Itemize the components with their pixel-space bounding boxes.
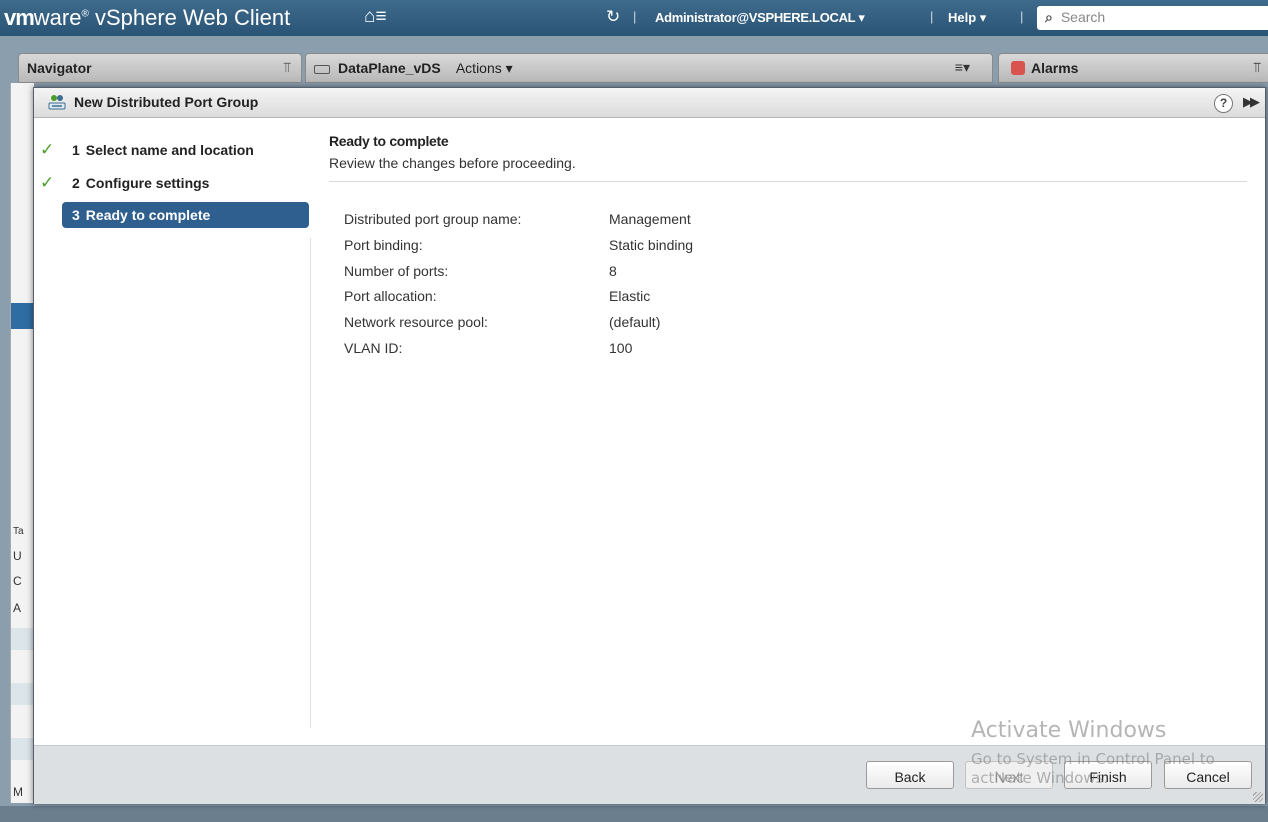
strip-label: U xyxy=(13,549,22,563)
wizard-step-2[interactable]: ✓ 2 Configure settings xyxy=(40,170,219,196)
list-options-icon[interactable]: ≡▾ xyxy=(955,59,970,76)
summary-key: Number of ports: xyxy=(344,262,449,279)
summary-value: Management xyxy=(609,211,691,227)
content-divider xyxy=(329,181,1247,182)
summary-key: Port binding: xyxy=(344,236,423,253)
summary-row: Port binding: Static binding xyxy=(344,237,693,263)
search-placeholder: Search xyxy=(1060,9,1106,25)
user-menu[interactable]: Administrator@VSPHERE.LOCAL ▾ xyxy=(655,10,865,26)
checkmark-icon: ✓ xyxy=(40,140,55,159)
distributed-switch-icon xyxy=(314,64,330,74)
list-row xyxy=(11,738,35,760)
navigator-title: Navigator xyxy=(27,60,92,76)
header-separator: | xyxy=(930,9,934,24)
brand-product: vSphere Web Client xyxy=(88,5,291,30)
summary-row: Number of ports: 8 xyxy=(344,263,693,289)
search-icon: ⌕ xyxy=(1045,9,1053,25)
step-number: 3 xyxy=(72,207,80,223)
new-port-group-dialog: New Distributed Port Group ? ▶▶ ✓ 1 Selec… xyxy=(33,87,1266,804)
home-icon[interactable]: ⌂≡ xyxy=(364,6,387,28)
wizard-step-3[interactable]: 3 Ready to complete xyxy=(62,202,309,228)
summary-value: 8 xyxy=(609,262,617,279)
summary-row: VLAN ID: 100 xyxy=(344,340,693,366)
step-number: 1 xyxy=(72,142,80,158)
activation-watermark-text: Go to System in Control Panel to activat… xyxy=(971,750,1215,788)
refresh-icon[interactable]: ↻ xyxy=(606,7,620,27)
object-name[interactable]: DataPlane_vDS xyxy=(338,60,441,76)
wizard-steps: ✓ 1 Select name and location ✓ 2 Configure… xyxy=(34,119,314,745)
alarm-clock-icon xyxy=(1011,61,1025,75)
step-label: Select name and location xyxy=(85,142,254,158)
summary-value: Elastic xyxy=(609,288,651,305)
list-row xyxy=(11,683,35,705)
strip-label: Ta xyxy=(13,526,24,537)
header-separator: | xyxy=(633,9,637,24)
alarms-panel-header: Alarms ⫪ xyxy=(998,53,1268,83)
activation-watermark-title: Activate Windows xyxy=(971,718,1167,743)
strip-label: C xyxy=(13,574,22,588)
checkmark-icon: ✓ xyxy=(40,173,55,192)
actions-menu[interactable]: Actions ▾ xyxy=(456,60,513,76)
strip-label: M xyxy=(13,785,23,799)
summary-key: VLAN ID: xyxy=(344,339,403,356)
pin-icon[interactable]: ⫪ xyxy=(283,59,291,76)
watermark-line: Go to System in Control Panel to xyxy=(971,750,1215,768)
summary-value: Static binding xyxy=(609,236,694,253)
step-label: Ready to complete xyxy=(85,207,211,223)
summary-table: Distributed port group name: Management P… xyxy=(344,211,693,366)
help-icon[interactable]: ? xyxy=(1214,94,1233,113)
strip-label: A xyxy=(13,601,22,615)
summary-key: Network resource pool: xyxy=(344,314,488,331)
step-number: 2 xyxy=(72,175,80,191)
top-header: vmware® vSphere Web Client ⌂≡ ↻ | Admini… xyxy=(0,0,1268,36)
content-subtitle: Review the changes before proceeding. xyxy=(329,155,576,171)
expand-icon[interactable]: ▶▶ xyxy=(1243,94,1260,110)
summary-key: Distributed port group name: xyxy=(344,211,522,227)
summary-key: Port allocation: xyxy=(344,288,437,305)
steps-divider xyxy=(310,238,311,728)
bottom-bar xyxy=(0,806,1268,822)
wizard-step-1[interactable]: ✓ 1 Select name and location xyxy=(40,137,264,163)
object-panel-header: DataPlane_vDS Actions ▾ ≡▾ xyxy=(305,53,993,83)
vsphere-logo[interactable]: vmware® vSphere Web Client xyxy=(4,5,290,31)
summary-row: Distributed port group name: Management xyxy=(344,211,693,237)
step-label: Configure settings xyxy=(85,175,210,191)
navigator-panel-header: Navigator ⫪ xyxy=(18,53,302,83)
summary-value: (default) xyxy=(609,314,661,331)
content-title: Ready to complete xyxy=(329,133,449,149)
summary-value: 100 xyxy=(609,339,633,356)
dialog-title-bar: New Distributed Port Group ? ▶▶ xyxy=(34,88,1265,118)
summary-row: Network resource pool: (default) xyxy=(344,314,693,340)
alarms-title: Alarms xyxy=(1031,60,1079,76)
navigator-panel-strip: Ta U C A M xyxy=(10,83,35,803)
summary-row: Port allocation: Elastic xyxy=(344,288,693,314)
port-group-icon xyxy=(48,95,66,110)
brand-reg: ® xyxy=(81,8,89,20)
brand-vm: vm xyxy=(4,5,35,30)
selected-nav-item[interactable] xyxy=(11,303,35,329)
watermark-line: activate Windows. xyxy=(971,769,1109,787)
search-input[interactable]: ⌕ Search xyxy=(1037,6,1268,30)
help-menu[interactable]: Help ▾ xyxy=(948,10,986,26)
pin-icon[interactable]: ⫪ xyxy=(1253,59,1261,76)
wizard-content: Ready to complete Review the changes bef… xyxy=(316,119,1266,745)
list-row xyxy=(11,628,35,650)
resize-grip-icon[interactable] xyxy=(1253,792,1263,802)
dialog-title: New Distributed Port Group xyxy=(74,94,259,110)
brand-ware: ware xyxy=(33,5,82,30)
header-separator: | xyxy=(1020,9,1024,24)
back-button[interactable]: Back xyxy=(866,761,954,789)
